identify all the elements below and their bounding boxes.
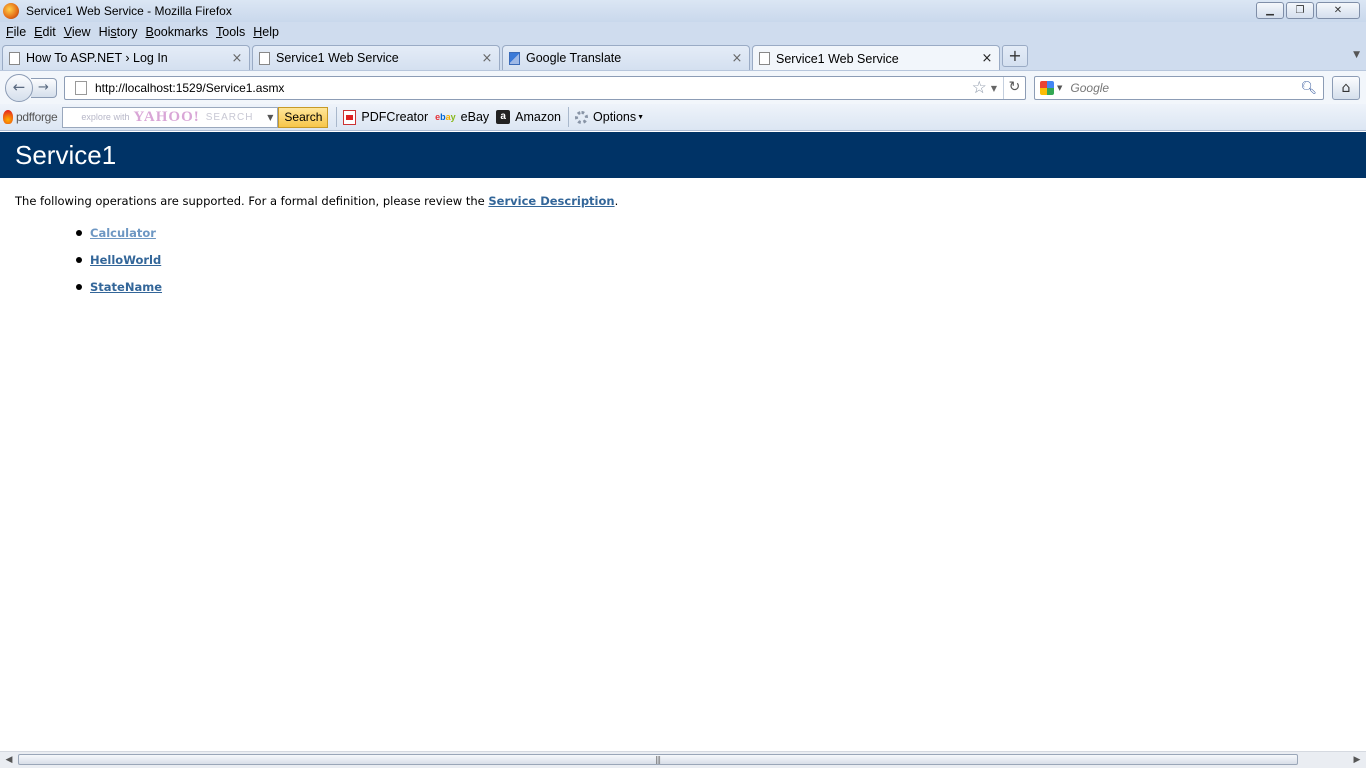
url-bar[interactable]: http://localhost:1529/Service1.asmx ☆ ▼ … <box>64 76 1026 100</box>
page-icon <box>759 52 770 65</box>
window-titlebar: Service1 Web Service - Mozilla Firefox ▁… <box>0 0 1366 22</box>
page-icon <box>259 51 270 65</box>
page-icon <box>75 81 87 95</box>
bullet-icon <box>76 256 82 263</box>
pdfcreator-button[interactable]: PDFCreator <box>343 109 428 125</box>
service-description-link[interactable]: Service Description <box>488 194 614 208</box>
menu-tools[interactable]: Tools <box>216 25 245 39</box>
operations-list: Calculator HelloWorld StateName <box>76 219 162 300</box>
operation-link-calculator[interactable]: Calculator <box>90 226 156 240</box>
google-icon[interactable] <box>1040 81 1054 95</box>
bookmark-star-icon[interactable]: ☆ <box>972 78 987 98</box>
options-button[interactable]: Options ▼ <box>575 110 644 124</box>
menu-history[interactable]: History <box>99 25 138 39</box>
reload-icon[interactable]: ↻ <box>1003 77 1025 99</box>
tab-service1-active[interactable]: Service1 Web Service × <box>752 45 1000 71</box>
tab-asp-login[interactable]: How To ASP.NET › Log In × <box>2 45 250 70</box>
new-tab-button[interactable]: + <box>1002 45 1028 67</box>
scroll-right-icon[interactable]: ▶ <box>1350 755 1364 765</box>
page-header-banner: Service1 <box>0 132 1366 178</box>
list-item: HelloWorld <box>76 246 162 273</box>
firefox-logo-icon <box>3 3 19 19</box>
toolbar-separator <box>568 107 570 127</box>
url-text[interactable]: http://localhost:1529/Service1.asmx <box>95 81 972 95</box>
tab-service1[interactable]: Service1 Web Service × <box>252 45 500 70</box>
page-title: Service1 <box>15 140 117 170</box>
grip-icon: ||| <box>655 755 661 764</box>
back-button[interactable]: ← <box>5 74 33 102</box>
list-item: Calculator <box>76 219 162 246</box>
chevron-down-icon[interactable]: ▼ <box>267 113 273 122</box>
back-forward-group: → ← <box>5 74 57 102</box>
list-item: StateName <box>76 273 162 300</box>
pdfforge-flame-icon <box>3 110 13 124</box>
scrollbar-thumb[interactable]: ||| <box>18 754 1298 765</box>
tab-close-icon[interactable]: × <box>480 51 494 66</box>
tab-close-icon[interactable]: × <box>730 51 744 66</box>
home-button[interactable]: ⌂ <box>1332 76 1360 100</box>
tab-label: How To ASP.NET › Log In <box>26 51 168 65</box>
chevron-down-icon: ▼ <box>637 113 645 121</box>
pdf-icon <box>343 109 357 125</box>
toolbar-separator <box>336 107 338 127</box>
tab-strip: How To ASP.NET › Log In × Service1 Web S… <box>0 42 1366 71</box>
menu-file[interactable]: File <box>6 25 26 39</box>
yahoo-logo: YAHOO! <box>133 108 200 125</box>
forward-button[interactable]: → <box>31 78 57 98</box>
search-bar[interactable]: ▼ Google 🔍︎ <box>1034 76 1324 100</box>
pdfforge-logo[interactable]: pdfforge <box>3 110 58 124</box>
search-engine-dropdown-icon[interactable]: ▼ <box>1057 84 1062 92</box>
gear-icon <box>575 110 589 124</box>
tab-label: Service1 Web Service <box>276 51 399 65</box>
navigation-bar: → ← http://localhost:1529/Service1.asmx … <box>0 70 1366 104</box>
tab-google-translate[interactable]: Google Translate × <box>502 45 750 70</box>
yahoo-search-button[interactable]: Search <box>278 106 329 128</box>
operation-link-helloworld[interactable]: HelloWorld <box>90 253 161 267</box>
history-dropdown-icon[interactable]: ▼ <box>991 84 997 93</box>
intro-paragraph: The following operations are supported. … <box>15 194 619 208</box>
window-title: Service1 Web Service - Mozilla Firefox <box>26 4 232 18</box>
minimize-button[interactable]: ▁ <box>1256 2 1284 19</box>
amazon-icon: a <box>496 110 511 124</box>
list-all-tabs-icon[interactable]: ▼ <box>1353 50 1360 60</box>
amazon-button[interactable]: a Amazon <box>496 110 561 124</box>
tab-label: Service1 Web Service <box>776 51 899 66</box>
magnifier-icon[interactable]: 🔍︎ <box>1300 81 1317 96</box>
pdfforge-toolbar: pdfforge explore with YAHOO! SEARCH ▼ Se… <box>0 104 1366 131</box>
tab-close-icon[interactable]: × <box>980 51 994 66</box>
horizontal-scrollbar[interactable]: ◀ ||| ▶ <box>0 751 1366 768</box>
tab-close-icon[interactable]: × <box>230 51 244 66</box>
restore-button[interactable]: ❐ <box>1286 2 1314 19</box>
google-translate-icon <box>509 51 520 65</box>
close-window-button[interactable]: ✕ <box>1316 2 1360 19</box>
menu-bookmarks[interactable]: Bookmarks <box>146 25 209 39</box>
yahoo-search-input[interactable]: explore with YAHOO! SEARCH ▼ <box>62 106 279 128</box>
menu-view[interactable]: View <box>64 25 91 39</box>
menu-edit[interactable]: Edit <box>34 25 56 39</box>
window-controls: ▁ ❐ ✕ <box>1256 2 1360 19</box>
ebay-button[interactable]: ebay eBay <box>435 110 489 124</box>
tab-label: Google Translate <box>526 51 622 65</box>
operation-link-statename[interactable]: StateName <box>90 280 162 294</box>
menu-help[interactable]: Help <box>253 25 279 39</box>
bullet-icon <box>76 283 82 290</box>
page-icon <box>9 51 20 65</box>
ebay-icon: ebay <box>435 112 456 122</box>
scroll-left-icon[interactable]: ◀ <box>2 755 16 765</box>
search-input[interactable]: Google <box>1070 81 1300 95</box>
menu-bar: File Edit View History Bookmarks Tools H… <box>0 22 1366 42</box>
bullet-icon <box>76 229 82 236</box>
